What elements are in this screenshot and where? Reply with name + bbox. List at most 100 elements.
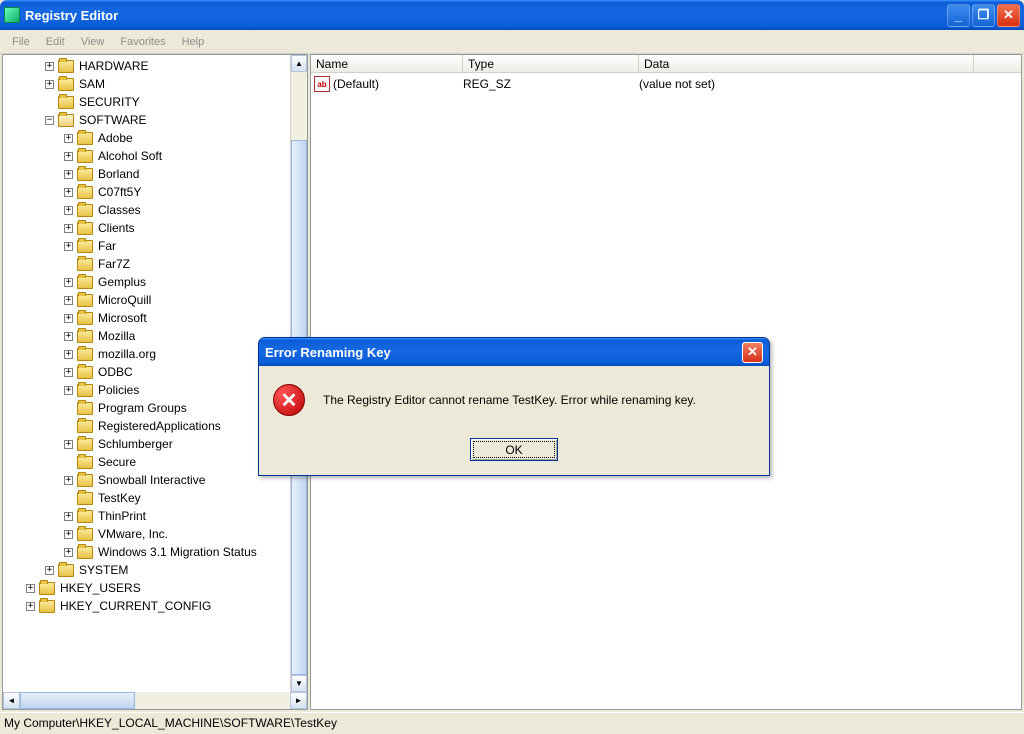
expand-icon[interactable]: + [64,476,73,485]
expand-icon[interactable]: + [64,332,73,341]
tree-item[interactable]: + HKEY_CURRENT_CONFIG [3,597,290,615]
tree-item-label: Gemplus [96,274,148,290]
col-type[interactable]: Type [463,55,639,73]
expand-icon[interactable]: + [45,566,54,575]
tree-item[interactable]: Program Groups [3,399,290,417]
expand-icon[interactable]: + [64,134,73,143]
menu-view[interactable]: View [73,34,113,50]
tree-item-label: Microsoft [96,310,149,326]
expand-icon[interactable]: + [64,440,73,449]
expand-icon[interactable]: + [64,386,73,395]
tree-item[interactable]: +ODBC [3,363,290,381]
tree-item[interactable]: + mozilla.org [3,345,290,363]
expand-icon[interactable]: + [64,170,73,179]
tree-item[interactable]: +Far [3,237,290,255]
scroll-down-arrow-icon[interactable]: ▼ [291,675,307,692]
tree-item-label: SECURITY [77,94,142,110]
ok-button[interactable]: OK [470,438,558,461]
tree-item[interactable]: Far7Z [3,255,290,273]
scroll-left-arrow-icon[interactable]: ◄ [3,692,20,709]
tree-item[interactable]: +Schlumberger [3,435,290,453]
menu-edit[interactable]: Edit [38,34,73,50]
tree-item[interactable]: + Alcohol Soft [3,147,290,165]
tree-item[interactable]: + Microsoft [3,309,290,327]
folder-icon [58,114,74,127]
expand-icon[interactable]: + [64,548,73,557]
tree-item[interactable]: + Snowball Interactive [3,471,290,489]
folder-icon [77,258,93,271]
tree-item[interactable]: +VMware, Inc. [3,525,290,543]
collapse-icon[interactable]: − [45,116,54,125]
tree-item[interactable]: +SAM [3,75,290,93]
scroll-thumb-h[interactable] [20,692,135,709]
tree-item-label: HKEY_CURRENT_CONFIG [58,598,213,614]
expand-icon[interactable]: + [64,242,73,251]
tree-item[interactable]: SECURITY [3,93,290,111]
scroll-right-arrow-icon[interactable]: ► [290,692,307,709]
expand-icon[interactable]: + [26,602,35,611]
tree-item[interactable]: + Gemplus [3,273,290,291]
folder-icon [77,294,93,307]
expand-icon[interactable]: + [64,278,73,287]
tree-item[interactable]: + MicroQuill [3,291,290,309]
error-icon: ✕ [273,384,305,416]
tree-item[interactable]: + Windows 3.1 Migration Status [3,543,290,561]
maximize-button[interactable]: ❐ [972,4,995,27]
expand-icon[interactable]: + [45,62,54,71]
expand-icon[interactable]: + [64,368,73,377]
tree-item-label: Alcohol Soft [96,148,164,164]
menu-favorites[interactable]: Favorites [112,34,173,50]
tree-item-label: mozilla.org [96,346,158,362]
registry-tree[interactable]: +HARDWARE+SAMSECURITY−SOFTWARE+Adobe+Alc… [3,55,290,692]
cell-name: (Default) [333,77,463,91]
cell-type: REG_SZ [463,77,639,91]
col-name[interactable]: Name [311,55,463,73]
tree-item[interactable]: −SOFTWARE [3,111,290,129]
list-header[interactable]: Name Type Data [311,55,1021,73]
expand-icon[interactable]: + [64,296,73,305]
expand-icon[interactable]: + [64,224,73,233]
list-row[interactable]: ab (Default) REG_SZ (value not set) [311,73,1021,92]
tree-item[interactable]: +HKEY_USERS [3,579,290,597]
pm-spacer [45,98,54,107]
menu-help[interactable]: Help [174,34,213,50]
tree-item[interactable]: RegisteredApplications [3,417,290,435]
tree-item-label: Clients [96,220,137,236]
tree-item[interactable]: +Mozilla [3,327,290,345]
tree-item[interactable]: +HARDWARE [3,57,290,75]
expand-icon[interactable]: + [64,206,73,215]
tree-item-label: Snowball Interactive [96,472,207,488]
expand-icon[interactable]: + [64,350,73,359]
tree-item-label: TestKey [96,490,143,506]
expand-icon[interactable]: + [64,152,73,161]
tree-item-label: Windows 3.1 Migration Status [96,544,259,560]
tree-item[interactable]: +Adobe [3,129,290,147]
expand-icon[interactable]: + [64,530,73,539]
folder-icon [77,546,93,559]
menu-file[interactable]: File [4,34,38,50]
tree-item[interactable]: +SYSTEM [3,561,290,579]
expand-icon[interactable]: + [26,584,35,593]
tree-horizontal-scrollbar[interactable]: ◄ ► [3,692,307,709]
scroll-up-arrow-icon[interactable]: ▲ [291,55,307,72]
tree-item[interactable]: +Borland [3,165,290,183]
expand-icon[interactable]: + [45,80,54,89]
tree-item-label: MicroQuill [96,292,153,308]
expand-icon[interactable]: + [64,188,73,197]
expand-icon[interactable]: + [64,314,73,323]
folder-icon [39,600,55,613]
tree-item[interactable]: + Clients [3,219,290,237]
col-data[interactable]: Data [639,55,974,73]
close-button[interactable]: ✕ [997,4,1020,27]
tree-item[interactable]: Secure [3,453,290,471]
tree-item[interactable]: +Classes [3,201,290,219]
tree-item[interactable]: +ThinPrint [3,507,290,525]
folder-icon [77,168,93,181]
tree-item[interactable]: +C07ft5Y [3,183,290,201]
folder-icon [58,96,74,109]
dialog-close-button[interactable]: ✕ [742,342,763,363]
tree-item[interactable]: +Policies [3,381,290,399]
expand-icon[interactable]: + [64,512,73,521]
tree-item[interactable]: TestKey [3,489,290,507]
minimize-button[interactable]: _ [947,4,970,27]
